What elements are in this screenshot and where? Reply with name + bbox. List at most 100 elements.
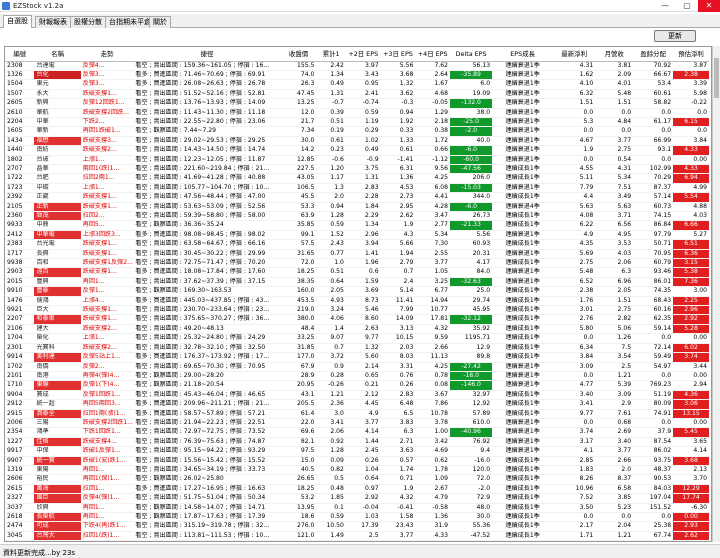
table-row[interactable]: 2327 國巨 反彈4(彈)1... 看空 ; 賣出區間 : 51.75~51.04 … — [5, 493, 709, 504]
table-row[interactable]: 1319 東陽 再回1... 看空 ; 賣出區間 : 34.65~34.19 ; 停損… — [5, 465, 709, 476]
table-cell: 跌破支撐2... — [80, 324, 134, 335]
table-row[interactable]: 2606 裕民 再回1(保)1... 看空 ; 觀察區間 : 26.02~25.80 2… — [5, 474, 709, 485]
table-row[interactable]: 1722 台肥 拉回2兩1... 看空 ; 賣出區間 : 41.69~41.28 ; … — [5, 173, 709, 184]
table-row[interactable]: 9907 統一實 跌破1(安)跌1... 看空 ; 賣出區間 : 15.56~15.4… — [5, 456, 709, 466]
table-cell: 57.5 — [280, 239, 317, 250]
column-header[interactable]: EPS成長 — [492, 47, 554, 62]
table-cell: 14.09 — [380, 314, 416, 325]
column-header[interactable]: 累計1 — [316, 47, 346, 62]
table-row[interactable]: 2015 豐興 再回1... 看空 ; 賣出區間 : 37.62~37.39 ; 停損… — [5, 277, 709, 288]
table-cell: 0.0 — [553, 155, 596, 165]
table-row[interactable]: 3045台灣大跌破支撐1...看空 ; 賣出區間 : 100.29~101.06… — [5, 540, 709, 541]
column-header[interactable]: Delta EPS — [450, 47, 493, 62]
table-row[interactable]: 2101 南港 再彈4(彈)4... 看空 ; 觀察區間 : 29.00~28.20 2… — [5, 371, 709, 382]
table-cell: 0.00 — [673, 371, 709, 382]
table-cell: 1.31 — [345, 173, 381, 184]
table-row[interactable]: 2412 中華電 上漲3回跌3... 看多 ; 買進區間 : 98.08~98.45 … — [5, 230, 709, 241]
column-header[interactable]: +4日 EPS — [415, 47, 451, 62]
table-row[interactable]: 3037 欣興 再回1... 看空 ; 觀察區間 : 14.58~14.07 ; 停損… — [5, 503, 709, 514]
table-row[interactable]: 2618 長榮航 再回1... 看空 ; 觀察區間 : 17.87~17.63 ; 停… — [5, 512, 709, 523]
table-cell: 0.59 — [316, 220, 346, 231]
table-row[interactable]: 2106 建大 跌破支撐2... 看空 ; 賣出區間 : 49.20~48.13 48.… — [5, 324, 709, 335]
table-row[interactable]: 1440 南紡 跌破支撐2... 看空 ; 賣出區間 : 14.43~14.50 ; … — [5, 145, 709, 156]
table-cell: 0.59 — [345, 108, 381, 118]
column-header[interactable]: 編號 — [5, 47, 35, 62]
table-row[interactable]: 9917 中保 跌破1反彈1... 看空 ; 賣出區間 : 95.15~94.22 ;… — [5, 446, 709, 457]
table-row[interactable]: 9938 百和 跌破支撐1反彈2... 看空 ; 賣出區間 : 72.75~71.47… — [5, 258, 709, 269]
column-header[interactable]: 收盤價 — [280, 47, 317, 62]
table-row[interactable]: 1802 台玻 上漲1... 看空 ; 賣出區間 : 12.23~12.05 ; 停損… — [5, 155, 709, 165]
table-row[interactable]: 1717 長興 跌破支撐1... 看空 ; 賣出區間 : 30.45~30.22 ; … — [5, 249, 709, 260]
table-cell: 連續衰退1季 — [492, 446, 554, 457]
column-header[interactable]: 最新淨利 — [553, 47, 596, 62]
table-row[interactable]: 2308 台達電 反彈4... 看空 ; 賣出區間 : 159.36~161.05 ;… — [5, 61, 709, 71]
table-cell: 連續成長1季 — [492, 220, 554, 231]
table-row[interactable]: 2207 和泰車 跌破支撐1... 看空 ; 賣出區間 : 375.65~370.27… — [5, 314, 709, 325]
table-row[interactable]: 2474 可成 下跌4(再)跌1... 看空 ; 賣出區間 : 315.19~319.… — [5, 521, 709, 532]
table-row[interactable]: 1710 東聯 反彈1(下)4... 看空 ; 觀察區間 : 21.18~20.54 2… — [5, 380, 709, 391]
table-row[interactable]: 2912 統一超 再回5兩回3... 看多 ; 買進區間 : 209.96~211.2… — [5, 399, 709, 410]
table-row[interactable]: 1702 南僑 反彈2... 看空 ; 賣出區間 : 69.65~70.30 ; 停損… — [5, 362, 709, 372]
table-row[interactable]: 2903 遠百 跌破支撐1... 看多 ; 買進區間 : 18.08~17.84 ; … — [5, 267, 709, 278]
column-header[interactable]: +3日 EPS — [380, 47, 416, 62]
table-row[interactable]: 1504 東元 反彈3... 看多 ; 買進區間 : 26.08~26.63 ; 停損… — [5, 79, 709, 90]
table-row[interactable]: 1326 台化 反彈3... 看多 ; 買進區間 : 71.46~70.69 ; 停損… — [5, 70, 709, 81]
table-row[interactable]: 9904 寶成 反彈1回跌1... 看空 ; 賣出區間 : 45.43~46.04 ;… — [5, 390, 709, 401]
tab-about[interactable]: 關於 — [149, 16, 171, 28]
column-header[interactable]: 預估淨利 — [673, 47, 709, 62]
table-row[interactable]: 2360 致茂 拉回2... 看空 ; 賣出區間 : 59.39~58.80 ; 停損… — [5, 211, 709, 222]
column-header[interactable]: +2日 EPS — [345, 47, 381, 62]
table-row[interactable]: 9921 巨大 跌破支撐1... 看空 ; 賣出區間 : 230.70~233.64 … — [5, 305, 709, 316]
table-row[interactable]: 2383 台光電 跌破支撐1... 看空 ; 賣出區間 : 63.58~64.67 ;… — [5, 239, 709, 250]
table-cell: 6.66 — [673, 220, 709, 231]
table-cell: 看空 ; 賣出區間 : 29.02~29.53 ; 停損 : 29.25 — [133, 136, 281, 147]
table-row[interactable]: 2204 中華 下跌2... 看空 ; 賣出區間 : 22.55~22.80 ; 停損… — [5, 117, 709, 128]
table-cell: 1.9 — [380, 220, 416, 231]
table-cell: 72.9 — [450, 493, 493, 504]
table-row[interactable]: 2392 正崴 跌破支撐1... 看空 ; 賣出區間 : 47.56~48.44 ; … — [5, 192, 709, 203]
update-button[interactable]: 更新 — [654, 30, 696, 42]
table-row[interactable]: 1704 榮化 上漲1... 看空 ; 賣出區間 : 25.32~24.80 ; 停損… — [5, 333, 709, 344]
table-row[interactable]: 9933 中鼎 再回5... 看空 ; 觀察區間 : 36.36~35.24 35.85… — [5, 220, 709, 231]
table-row[interactable]: 2301 光寶科 跌破支撐2... 看空 ; 賣出區間 : 32.78~32.10 ;… — [5, 343, 709, 354]
table-cell: 4.68 — [415, 89, 451, 100]
column-header[interactable]: 盈餘分配 — [633, 47, 674, 62]
table-row[interactable]: 9914 美利達 反彈5站上1... 看多 ; 買進區間 : 176.37~173.9… — [5, 352, 709, 363]
table-row[interactable]: 2915 潤泰全 拉回1兩(漲)1... 看多 ; 買進區間 : 58.57~57.8… — [5, 409, 709, 419]
table-cell: 0.09 — [316, 456, 346, 466]
vertical-scrollbar[interactable] — [712, 46, 720, 542]
table-row[interactable]: 2610 華航 跌破支撐2回跌... 看空 ; 賣出區間 : 11.43~11.30 … — [5, 108, 709, 118]
scrollbar-thumb[interactable] — [714, 58, 719, 98]
table-cell: 4.25 — [415, 173, 451, 184]
table-row[interactable]: 1605 華新 再回1跌破1... 看空 ; 觀察區間 : 7.44~7.29 7.34… — [5, 126, 709, 137]
table-cell: 4.1 — [553, 446, 596, 457]
tab-financial-report[interactable]: 財報報表 — [35, 16, 71, 28]
column-header[interactable]: 捷徑 — [133, 47, 281, 62]
table-row[interactable]: 2006 三陽 跌破支撐2回跌1... 看空 ; 賣出區間 : 21.94~22.23… — [5, 418, 709, 429]
table-row[interactable]: 1723 中碳 上漲1... 看空 ; 賣出區間 : 105.77~104.70 ; … — [5, 183, 709, 194]
table-row[interactable]: 2707 晶華 兩回1(跌)1... 看空 ; 賣出區間 : 221.60~219.8… — [5, 164, 709, 175]
minimize-button[interactable]: — — [654, 0, 676, 12]
column-header[interactable]: 走勢 — [80, 47, 134, 62]
table-row[interactable]: 1227 佳格 跌破支撐4... 看空 ; 賣出區間 : 76.39~75.63 ; … — [5, 437, 709, 448]
close-button[interactable]: ✕ — [698, 0, 720, 12]
table-row[interactable]: 1476 儒鴻 上漲4... 看多 ; 買進區間 : 445.03~437.85 ; … — [5, 296, 709, 307]
table-row[interactable]: 2605 新興 反彈12回跌1... 看空 ; 賣出區間 : 13.76~13.93 … — [5, 98, 709, 109]
tab-watchlist[interactable]: 自選股 — [3, 15, 32, 28]
tab-shareholding[interactable]: 股權分散 — [70, 16, 106, 28]
table-cell: 9.77 — [553, 409, 596, 419]
table-row[interactable]: 2354 鴻準 下跌1回跌1... 看空 ; 賣出區間 : 72.97~72.75 ;… — [5, 427, 709, 438]
maximize-button[interactable]: ▢ — [676, 0, 698, 12]
table-row[interactable]: 2615 萬海 拉回1... 看多 ; 買進區間 : 17.27~16.95 ; 停損… — [5, 484, 709, 495]
table-row[interactable]: 2105 正新 跌破支撐1... 看空 ; 賣出區間 : 53.63~53.09 ; … — [5, 202, 709, 213]
table-cell: 連續成長1季 — [492, 343, 554, 354]
table-cell: 26.73 — [450, 211, 493, 222]
table-row[interactable]: 9910 豐泰 反彈1... 看空 ; 觀察區間 : 169.30~163.53 160… — [5, 286, 709, 297]
tab-futures-oi[interactable]: 台指期未平倉 — [105, 16, 155, 28]
table-row[interactable]: 1434 福懋 跌破支撐3... 看空 ; 賣出區間 : 29.02~29.53 ; … — [5, 136, 709, 147]
column-header[interactable]: 月營收 — [595, 47, 634, 62]
column-header[interactable]: 名稱 — [34, 47, 81, 62]
table-row[interactable]: 3045 台灣大 拉回1(跌)1... 看空 ; 賣出區間 : 113.81~111.… — [5, 531, 709, 541]
table-cell: 32.97 — [450, 390, 493, 401]
table-row[interactable]: 1507 永大 跌破支撐1... 看空 ; 賣出區間 : 51.52~52.16 ; … — [5, 89, 709, 100]
